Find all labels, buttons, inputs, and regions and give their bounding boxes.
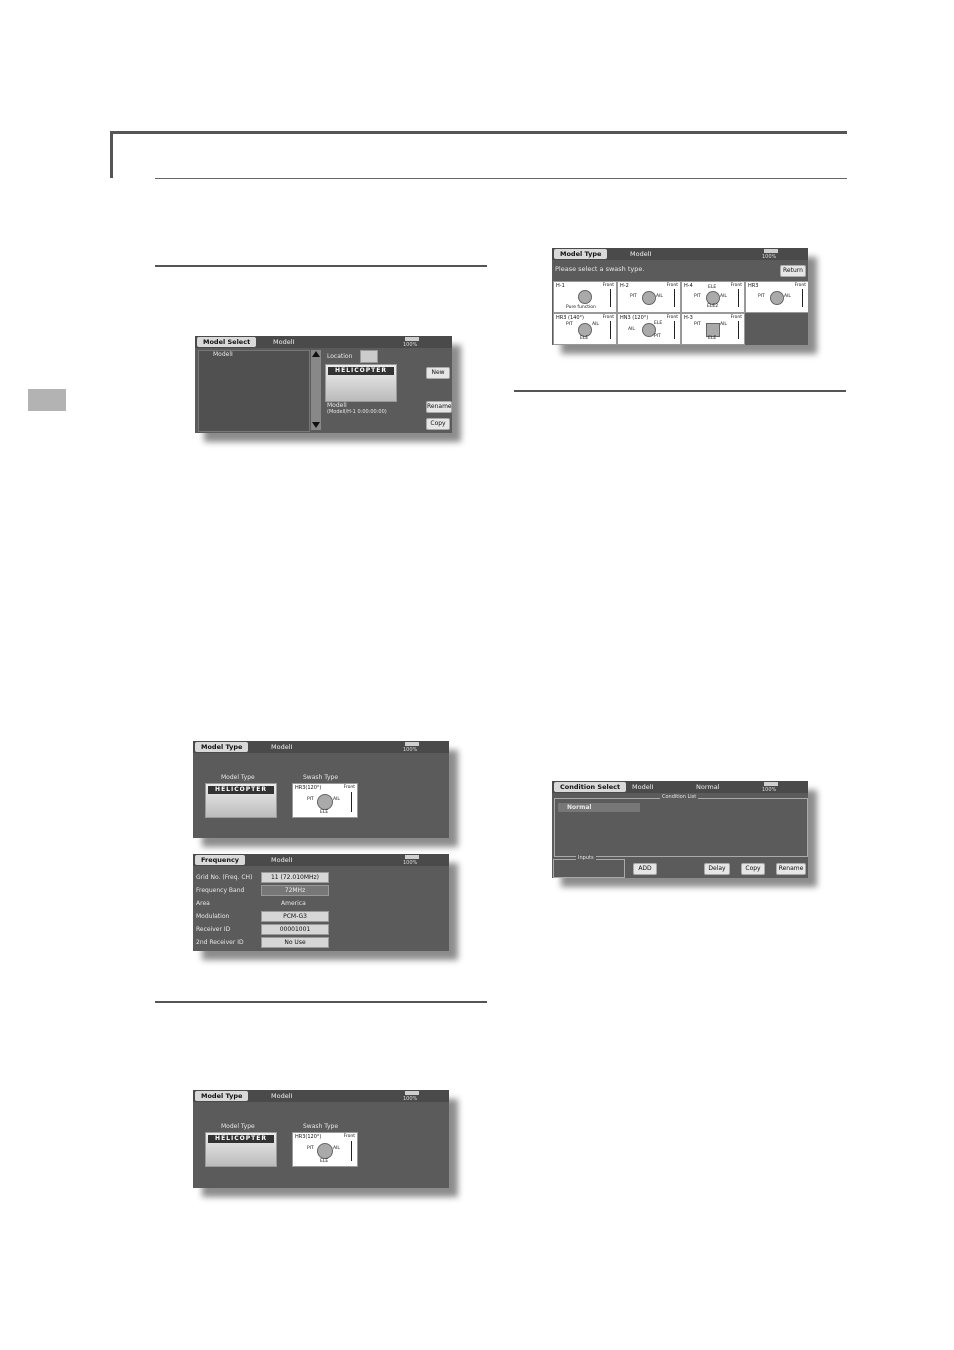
add-button[interactable]: ADD xyxy=(633,863,657,875)
tab-model-type[interactable]: Model Type xyxy=(195,742,249,752)
swash-type-button[interactable]: HR3(120°) Front PIT AIL ELE xyxy=(292,1132,358,1167)
rename-button[interactable]: Rename xyxy=(426,401,452,413)
current-condition: Normal xyxy=(696,783,720,791)
tab-model-type[interactable]: Model Type xyxy=(195,1091,249,1101)
swash-option-h4[interactable]: H-4 Front ELE PIT AIL ELE2 xyxy=(681,281,745,313)
memory-icon xyxy=(360,350,378,363)
battery-icon xyxy=(764,249,778,253)
battery-percent: 100% xyxy=(762,254,777,260)
swash-option-h2[interactable]: H-2 Front PIT AIL xyxy=(617,281,681,313)
model-name: ModelI xyxy=(271,1092,293,1100)
inputs-label: Inputs xyxy=(576,855,596,861)
chapter-tab xyxy=(28,389,66,411)
model-name: ModelI xyxy=(632,783,654,791)
tab-model-select[interactable]: Model Select xyxy=(197,337,257,347)
helicopter-image: HELICOPTER xyxy=(325,364,397,402)
battery-icon xyxy=(405,1091,419,1095)
battery-percent: 100% xyxy=(403,342,418,348)
condition-item-label: Normal xyxy=(567,804,592,811)
receiver-id-label: Receiver ID xyxy=(196,926,231,933)
second-receiver-id-field[interactable]: No Use xyxy=(261,937,329,948)
new-button[interactable]: New xyxy=(426,367,450,379)
swash-type-button[interactable]: HR3(120°) Front PIT AIL ELE xyxy=(292,783,358,818)
copy-button[interactable]: Copy xyxy=(426,418,450,430)
frequency-screen: Frequency ModelI 100% Grid No. (Freq. CH… xyxy=(193,854,449,951)
model-type-screen-1: Model Type ModelI 100% Model Type Swash … xyxy=(193,741,449,838)
model-info-sub: (ModelI/H-1 0:00:00:00) xyxy=(327,409,387,415)
section-rule-1 xyxy=(155,265,487,267)
swash-select-screen: Model Type ModelI 100% Please select a s… xyxy=(552,248,808,345)
helicopter-image[interactable]: HELICOPTER xyxy=(205,783,277,818)
model-select-screen: Model Select ModelI 100% ModelI Location… xyxy=(195,336,452,433)
battery-icon xyxy=(405,855,419,859)
header-rule-left xyxy=(110,131,113,178)
swash-option-h3[interactable]: H-3 Front PIT AIL ELE xyxy=(681,313,745,345)
return-button[interactable]: Return xyxy=(780,265,806,277)
receiver-id-field[interactable]: 00001001 xyxy=(261,924,329,935)
tab-condition-select[interactable]: Condition Select xyxy=(554,782,627,792)
delay-button[interactable]: Delay xyxy=(704,863,730,875)
list-item[interactable]: ModelI xyxy=(213,351,233,358)
battery-icon xyxy=(405,337,419,341)
battery-icon xyxy=(764,782,778,786)
helicopter-image[interactable]: HELICOPTER xyxy=(205,1132,277,1167)
model-name: ModelI xyxy=(271,743,293,751)
swash-type-label: Swash Type xyxy=(303,1123,339,1130)
tab-model-type[interactable]: Model Type xyxy=(554,249,608,259)
swash-option-hr3[interactable]: HR3 Front PIT AIL xyxy=(745,281,808,313)
condition-select-screen: Condition Select ModelI Normal 100% Cond… xyxy=(552,781,808,878)
battery-percent: 100% xyxy=(403,860,418,866)
model-name: ModelI xyxy=(273,338,295,346)
modulation-label: Modulation xyxy=(196,913,230,920)
model-name: ModelI xyxy=(271,856,293,864)
header-rule-bottom xyxy=(155,178,847,179)
second-receiver-id-label: 2nd Receiver ID xyxy=(196,939,244,946)
scrollbar[interactable] xyxy=(311,350,321,430)
frequency-band-label: Frequency Band xyxy=(196,887,245,894)
battery-percent: 100% xyxy=(762,787,777,793)
battery-percent: 100% xyxy=(403,747,418,753)
swash-type-label: Swash Type xyxy=(303,774,339,781)
model-type-screen-2: Model Type ModelI 100% Model Type Swash … xyxy=(193,1090,449,1188)
grid-no-field[interactable]: 11 (72.010MHz) xyxy=(261,872,329,883)
inputs-box xyxy=(553,859,625,878)
header-rule-top xyxy=(110,131,847,134)
scroll-up-icon[interactable] xyxy=(312,351,320,357)
model-type-label: Model Type xyxy=(221,774,255,781)
swash-prompt: Please select a swash type. xyxy=(555,265,645,273)
rename-button[interactable]: Rename xyxy=(776,863,806,875)
scroll-down-icon[interactable] xyxy=(312,422,320,428)
section-rule-3 xyxy=(514,390,846,392)
battery-percent: 100% xyxy=(403,1096,418,1102)
model-list[interactable] xyxy=(198,350,310,432)
model-name: ModelI xyxy=(630,250,652,258)
condition-list-title: Condition List xyxy=(660,794,699,800)
swash-option-hn3[interactable]: HN3 (120°) Front ELE AIL PIT xyxy=(617,313,681,345)
model-info-name: ModelI xyxy=(327,402,347,409)
modulation-field[interactable]: PCM-G3 xyxy=(261,911,329,922)
frequency-band-field: 72MHz xyxy=(261,885,329,896)
tab-frequency[interactable]: Frequency xyxy=(195,855,246,865)
grid-no-label: Grid No. (Freq. CH) xyxy=(196,874,253,881)
location-label: Location xyxy=(327,353,353,360)
model-type-label: Model Type xyxy=(221,1123,255,1130)
swash-option-hr3-140[interactable]: HR3 (140°) Front PIT AIL ELE xyxy=(553,313,617,345)
area-value: America xyxy=(281,900,306,907)
section-rule-2 xyxy=(155,1001,487,1003)
copy-button[interactable]: Copy xyxy=(741,863,765,875)
battery-icon xyxy=(405,742,419,746)
area-label: Area xyxy=(196,900,210,907)
swash-option-h1[interactable]: H-1 Front Pure function xyxy=(553,281,617,313)
